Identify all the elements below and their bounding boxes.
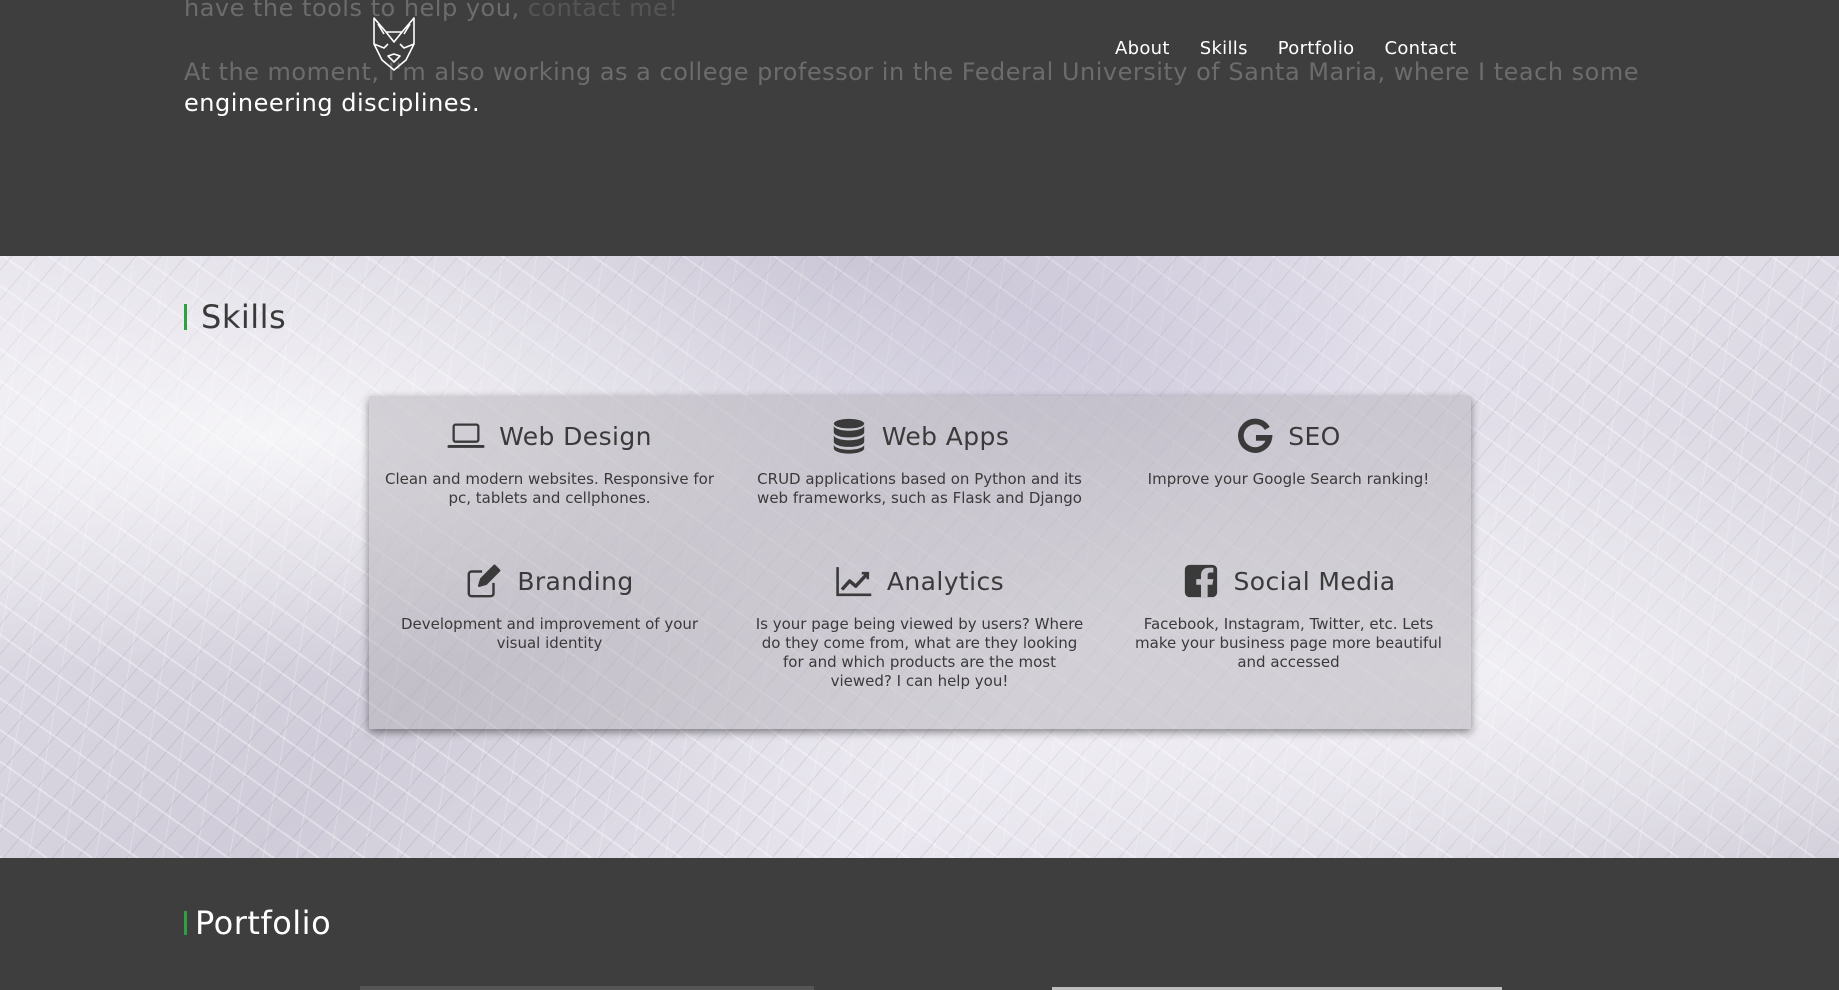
portfolio-thumbnail[interactable]	[360, 986, 814, 990]
nav-skills[interactable]: Skills	[1200, 38, 1248, 59]
skill-name: Web Apps	[881, 421, 1010, 451]
portfolio-section: Portfolio	[0, 858, 1839, 990]
portfolio-heading: Portfolio	[184, 904, 331, 942]
database-icon	[833, 418, 864, 454]
main-nav: About Skills Portfolio Contact	[1115, 38, 1457, 59]
about-text-line-3: engineering disciplines.	[184, 89, 481, 117]
about-help-text: have the tools to help you,	[184, 0, 520, 22]
skill-name: Social Media	[1233, 566, 1396, 596]
skill-branding: Branding Development and improvement of …	[377, 561, 722, 653]
skill-description: Clean and modern websites. Responsive fo…	[385, 470, 714, 507]
fox-logo-icon[interactable]	[368, 14, 420, 74]
skill-name: Branding	[517, 566, 634, 596]
skills-heading-accent	[184, 304, 187, 330]
skill-web-design: Web Design Clean and modern websites. Re…	[377, 416, 722, 508]
portfolio-title: Portfolio	[195, 904, 332, 942]
skill-seo: SEO Improve your Google Search ranking!	[1116, 416, 1461, 489]
portfolio-heading-accent	[184, 911, 187, 935]
nav-portfolio[interactable]: Portfolio	[1278, 38, 1355, 59]
skill-name: Analytics	[886, 566, 1005, 596]
skill-description: Is your page being viewed by users? Wher…	[755, 615, 1084, 690]
about-section: have the tools to help you, contact me! …	[0, 0, 1839, 256]
facebook-icon	[1184, 564, 1217, 598]
skill-description: CRUD applications based on Python and it…	[757, 470, 1082, 507]
skill-analytics: Analytics Is your page being viewed by u…	[747, 561, 1092, 691]
google-icon	[1238, 418, 1273, 453]
line-chart-icon	[836, 567, 872, 597]
skill-name: SEO	[1288, 421, 1341, 451]
skill-name: Web Design	[499, 421, 652, 451]
skills-title: Skills	[201, 298, 287, 336]
laptop-icon	[447, 423, 485, 448]
about-text-line-1: have the tools to help you, contact me!	[184, 0, 678, 22]
skills-card: Web Design Clean and modern websites. Re…	[369, 396, 1471, 729]
skill-description: Improve your Google Search ranking!	[1147, 470, 1430, 488]
skill-web-apps: Web Apps CRUD applications based on Pyth…	[747, 416, 1092, 508]
nav-about[interactable]: About	[1115, 38, 1170, 59]
skills-heading: Skills	[184, 298, 286, 336]
skills-section: Skills Web Design Clean and modern websi…	[0, 256, 1839, 858]
edit-icon	[467, 564, 501, 598]
skill-social-media: Social Media Facebook, Instagram, Twitte…	[1116, 561, 1461, 672]
skill-description: Facebook, Instagram, Twitter, etc. Lets …	[1135, 615, 1442, 671]
nav-contact[interactable]: Contact	[1385, 38, 1457, 59]
contact-me-link[interactable]: contact me!	[528, 0, 679, 22]
skill-description: Development and improvement of your visu…	[400, 615, 699, 652]
